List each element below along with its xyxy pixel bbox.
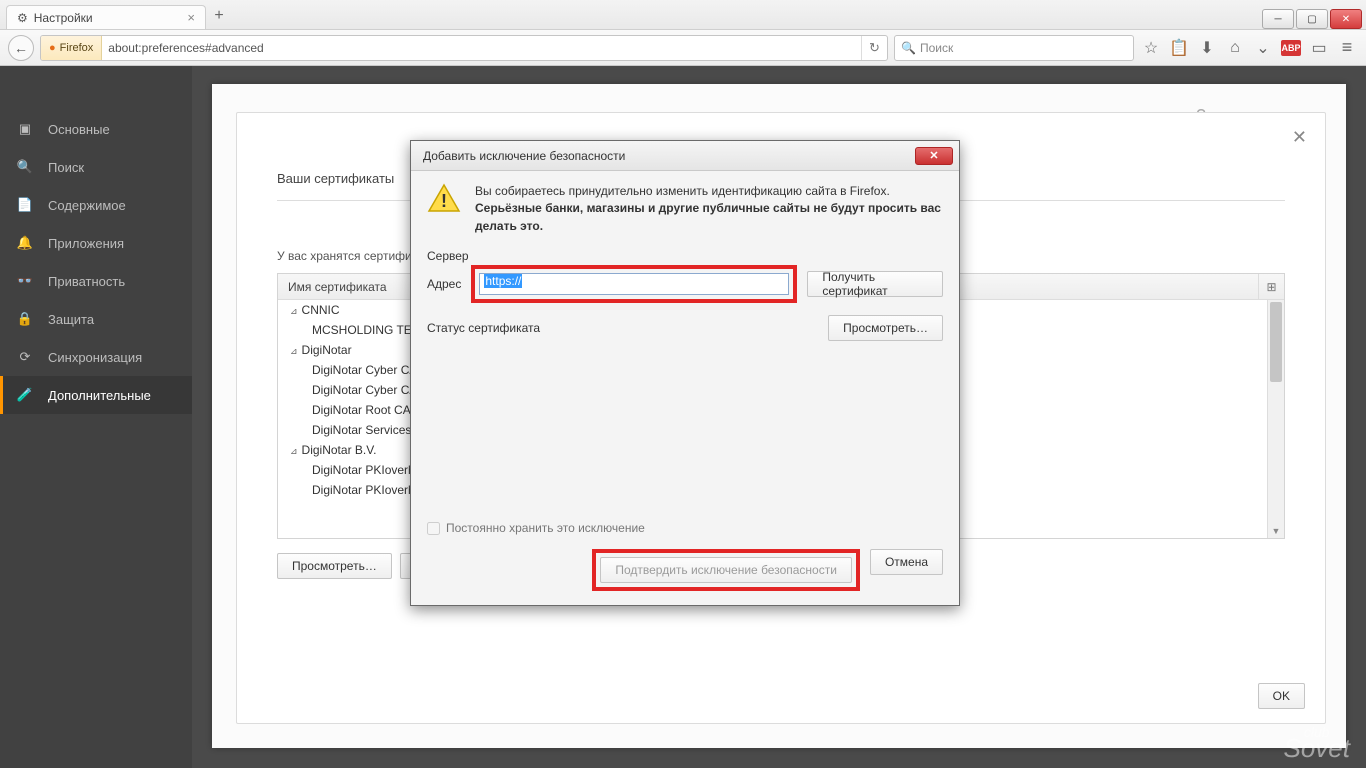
dialog-action-row: Подтвердить исключение безопасности Отме… (427, 549, 943, 591)
identity-label: Firefox (60, 42, 94, 54)
cert-status-label: Статус сертификата (427, 321, 540, 335)
cancel-button[interactable]: Отмена (870, 549, 943, 575)
reader-icon[interactable]: ▭ (1308, 38, 1330, 58)
library-icon[interactable]: 📋 (1168, 38, 1190, 58)
permanent-store-row[interactable]: Постоянно хранить это исключение (427, 521, 943, 535)
get-certificate-button[interactable]: Получить сертификат (807, 271, 943, 297)
sidebar-item-general[interactable]: ▣ Основные (0, 110, 192, 148)
column-header-name[interactable]: Имя сертификата (288, 280, 387, 294)
gear-icon: ⚙ (17, 11, 28, 25)
navigation-toolbar: ← ● Firefox about:preferences#advanced ↻… (0, 30, 1366, 66)
sidebar-item-security[interactable]: 🔒 Защита (0, 300, 192, 338)
subpanel-tab-label: Ваши сертификаты (277, 171, 394, 186)
sidebar-item-privacy[interactable]: 👓 Приватность (0, 262, 192, 300)
close-icon[interactable]: ✕ (1292, 127, 1307, 148)
warning-text: Вы собираетесь принудительно изменить ид… (475, 183, 943, 235)
scroll-thumb[interactable] (1270, 302, 1282, 382)
preferences-sidebar: ▣ Основные 🔍 Поиск 📄 Содержимое 🔔 Приложения… (0, 66, 192, 768)
pocket-icon[interactable]: ⌄ (1252, 38, 1274, 58)
bookmark-star-icon[interactable]: ☆ (1140, 38, 1162, 58)
address-input[interactable]: https:// (479, 273, 789, 295)
confirm-button-highlight: Подтвердить исключение безопасности (592, 549, 860, 591)
warning-line2: Серьёзные банки, магазины и другие публи… (475, 201, 941, 232)
address-input-highlight: https:// (471, 265, 797, 303)
back-button[interactable]: ← (8, 35, 34, 61)
square-icon: ▣ (16, 121, 34, 137)
sidebar-item-label: Приложения (48, 236, 124, 251)
url-text: about:preferences#advanced (102, 41, 269, 55)
dialog-titlebar[interactable]: Добавить исключение безопасности ✕ (411, 141, 959, 171)
abp-icon[interactable]: ABP (1280, 40, 1302, 56)
server-section-label: Сервер (427, 249, 943, 263)
window-maximize-button[interactable]: ▢ (1296, 9, 1328, 29)
add-security-exception-dialog: Добавить исключение безопасности ✕ ! Вы … (410, 140, 960, 606)
window-titlebar: ⚙ Настройки × + ─ ▢ ✕ (0, 0, 1366, 30)
sidebar-item-label: Защита (48, 312, 94, 327)
dialog-spacer (427, 341, 943, 521)
lock-icon: 🔒 (16, 311, 34, 327)
sidebar-item-label: Синхронизация (48, 350, 142, 365)
tab-close-icon[interactable]: × (187, 10, 195, 25)
address-input-value: https:// (484, 274, 522, 288)
sidebar-item-sync[interactable]: ⟳ Синхронизация (0, 338, 192, 376)
reload-button[interactable]: ↻ (861, 36, 887, 60)
cert-status-row: Статус сертификата Просмотреть… (427, 315, 943, 341)
address-row: Адрес https:// Получить сертификат (427, 265, 943, 303)
sidebar-item-advanced[interactable]: 🧪 Дополнительные (0, 376, 192, 414)
view-status-button[interactable]: Просмотреть… (828, 315, 943, 341)
home-icon[interactable]: ⌂ (1224, 39, 1246, 57)
window-controls: ─ ▢ ✕ (1260, 9, 1362, 29)
ok-button[interactable]: OK (1258, 683, 1305, 709)
search-placeholder: Поиск (920, 41, 953, 55)
scroll-down-icon[interactable]: ▼ (1268, 523, 1284, 538)
sidebar-item-label: Приватность (48, 274, 125, 289)
sidebar-item-label: Основные (48, 122, 110, 137)
sidebar-item-content[interactable]: 📄 Содержимое (0, 186, 192, 224)
svg-text:!: ! (441, 191, 447, 211)
tab-title: Настройки (34, 11, 93, 25)
document-icon: 📄 (16, 197, 34, 213)
flask-icon: 🧪 (16, 387, 34, 403)
sync-icon: ⟳ (16, 349, 34, 365)
new-tab-button[interactable]: + (208, 5, 230, 27)
search-bar[interactable]: 🔍 Поиск (894, 35, 1134, 61)
column-picker-icon[interactable]: ⊞ (1258, 274, 1284, 299)
sidebar-item-label: Поиск (48, 160, 84, 175)
identity-box[interactable]: ● Firefox (41, 36, 102, 60)
url-bar[interactable]: ● Firefox about:preferences#advanced ↻ (40, 35, 888, 61)
search-icon: 🔍 (901, 41, 916, 55)
dialog-close-button[interactable]: ✕ (915, 147, 953, 165)
sidebar-item-label: Дополнительные (48, 388, 151, 403)
browser-tab-settings[interactable]: ⚙ Настройки × (6, 5, 206, 29)
dialog-body: ! Вы собираетесь принудительно изменить … (411, 171, 959, 605)
menu-button[interactable]: ≡ (1336, 37, 1358, 58)
permanent-store-checkbox[interactable] (427, 522, 440, 535)
bell-icon: 🔔 (16, 235, 34, 251)
window-close-button[interactable]: ✕ (1330, 9, 1362, 29)
sidebar-item-label: Содержимое (48, 198, 126, 213)
downloads-icon[interactable]: ⬇ (1196, 38, 1218, 58)
warning-triangle-icon: ! (427, 183, 461, 213)
confirm-exception-button[interactable]: Подтвердить исключение безопасности (600, 557, 852, 583)
firefox-icon: ● (49, 42, 56, 54)
permanent-store-label: Постоянно хранить это исключение (446, 521, 645, 535)
window-minimize-button[interactable]: ─ (1262, 9, 1294, 29)
dialog-title: Добавить исключение безопасности (423, 149, 625, 163)
scrollbar[interactable]: ▲ ▼ (1267, 300, 1284, 538)
warning-line1: Вы собираетесь принудительно изменить ид… (475, 183, 943, 200)
address-label: Адрес (427, 277, 461, 291)
warning-row: ! Вы собираетесь принудительно изменить … (427, 183, 943, 235)
search-icon: 🔍 (16, 159, 34, 175)
sidebar-item-applications[interactable]: 🔔 Приложения (0, 224, 192, 262)
view-cert-button[interactable]: Просмотреть… (277, 553, 392, 579)
abp-badge: ABP (1281, 40, 1301, 56)
sidebar-item-search[interactable]: 🔍 Поиск (0, 148, 192, 186)
mask-icon: 👓 (16, 273, 34, 289)
tab-strip: ⚙ Настройки × + (0, 0, 1260, 29)
